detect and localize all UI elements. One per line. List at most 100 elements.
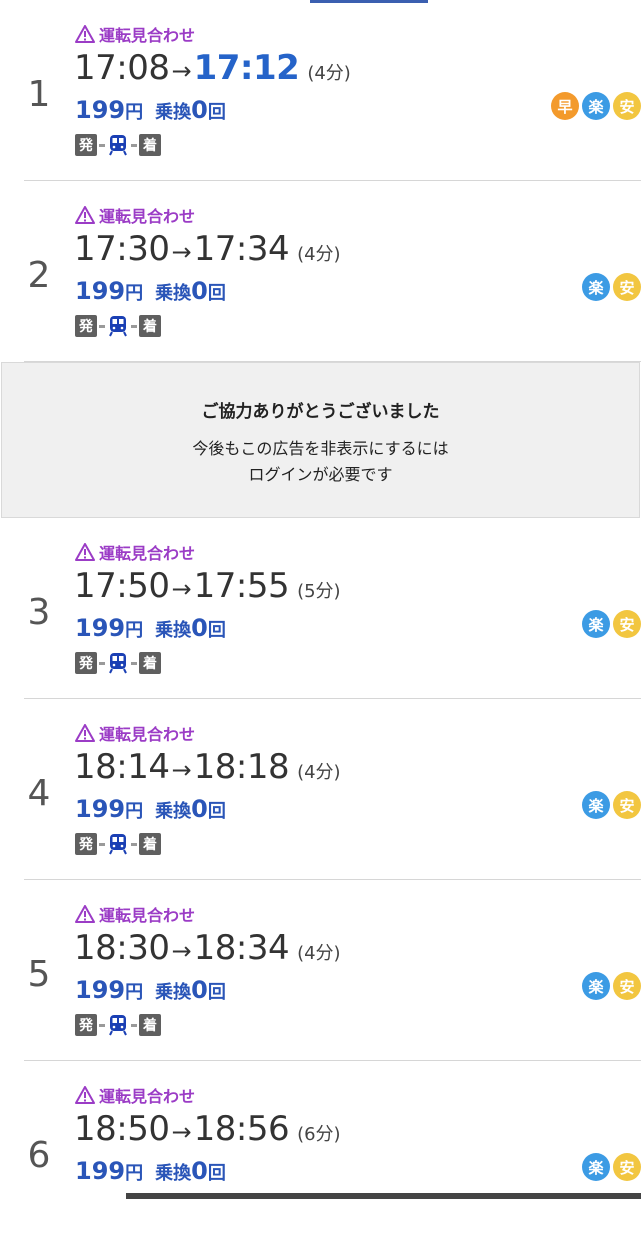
time-range: 17:30 → 17:34 (4分) bbox=[74, 229, 341, 269]
route-number: 5 bbox=[27, 954, 51, 995]
route-number: 3 bbox=[27, 592, 51, 633]
ad-notice-title: ご協力ありがとうございました bbox=[201, 402, 440, 422]
diagram-connector bbox=[99, 143, 105, 147]
departure-time: 18:14 bbox=[74, 747, 170, 787]
warning-text: 運転見合わせ bbox=[99, 725, 196, 744]
badge-easy: 楽 bbox=[582, 791, 610, 819]
route-list: 1 運転見合わせ 17:08 → 17:12 (4分) 199 円 乗換 0 回… bbox=[0, 0, 641, 1241]
transfer-unit: 回 bbox=[207, 283, 226, 304]
route-item[interactable]: 3 運転見合わせ 17:50 → 17:55 (5分) 199 円 乗換 0 回… bbox=[24, 518, 641, 699]
warning-triangle-icon bbox=[75, 1086, 95, 1104]
arrival-marker: 着 bbox=[139, 652, 161, 674]
diagram-connector bbox=[99, 324, 105, 328]
arrival-time: 17:12 bbox=[193, 48, 300, 88]
duration: (5分) bbox=[297, 581, 341, 602]
ad-hidden-notice: ご協力ありがとうございました 今後もこの広告を非表示にするには ログインが必要で… bbox=[1, 362, 640, 518]
badge-easy: 楽 bbox=[582, 1153, 610, 1181]
route-diagram: 発 着 bbox=[75, 833, 161, 855]
train-icon bbox=[107, 315, 129, 337]
transfer-label: 乗換 bbox=[155, 982, 192, 1003]
service-warning: 運転見合わせ bbox=[75, 22, 195, 46]
service-warning: 運転見合わせ bbox=[75, 721, 195, 745]
transfer-unit: 回 bbox=[207, 1163, 226, 1184]
duration: (4分) bbox=[297, 244, 341, 265]
arrow-right-icon: → bbox=[171, 57, 192, 85]
badge-cheap: 安 bbox=[613, 791, 641, 819]
arrival-time: 17:55 bbox=[193, 566, 290, 606]
diagram-connector bbox=[99, 661, 105, 665]
duration: (6分) bbox=[297, 1124, 341, 1145]
service-warning: 運転見合わせ bbox=[75, 1083, 195, 1107]
arrival-marker: 着 bbox=[139, 134, 161, 156]
badge-easy: 楽 bbox=[582, 972, 610, 1000]
time-range: 17:50 → 17:55 (5分) bbox=[74, 566, 341, 606]
departure-marker: 発 bbox=[75, 315, 97, 337]
badge-fast: 早 bbox=[551, 92, 579, 120]
duration: (4分) bbox=[307, 63, 351, 84]
arrival-marker: 着 bbox=[139, 833, 161, 855]
route-badges: 楽 安 bbox=[579, 273, 641, 301]
transfer-label: 乗換 bbox=[155, 283, 192, 304]
route-item[interactable]: 1 運転見合わせ 17:08 → 17:12 (4分) 199 円 乗換 0 回… bbox=[24, 0, 641, 181]
route-badges: 楽 安 bbox=[579, 610, 641, 638]
arrow-right-icon: → bbox=[171, 238, 192, 266]
fare-transfer: 199 円 乗換 0 回 bbox=[75, 795, 226, 823]
time-range: 18:30 → 18:34 (4分) bbox=[74, 928, 341, 968]
badge-cheap: 安 bbox=[613, 273, 641, 301]
warning-text: 運転見合わせ bbox=[99, 1087, 196, 1106]
duration: (4分) bbox=[297, 762, 341, 783]
route-diagram: 発 着 bbox=[75, 134, 161, 156]
transfer-count: 0 bbox=[191, 1157, 208, 1185]
service-warning: 運転見合わせ bbox=[75, 902, 195, 926]
route-item[interactable]: 6 運転見合わせ 18:50 → 18:56 (6分) 199 円 乗換 0 回… bbox=[24, 1061, 641, 1241]
diagram-connector bbox=[99, 842, 105, 846]
route-badges: 楽 安 bbox=[579, 1153, 641, 1181]
transfer-count: 0 bbox=[191, 96, 208, 124]
departure-marker: 発 bbox=[75, 833, 97, 855]
service-warning: 運転見合わせ bbox=[75, 203, 195, 227]
transfer-unit: 回 bbox=[207, 801, 226, 822]
badge-easy: 楽 bbox=[582, 610, 610, 638]
route-number: 1 bbox=[27, 74, 51, 115]
fare-unit: 円 bbox=[125, 801, 144, 822]
route-item[interactable]: 2 運転見合わせ 17:30 → 17:34 (4分) 199 円 乗換 0 回… bbox=[24, 181, 641, 362]
route-number: 6 bbox=[27, 1135, 51, 1176]
route-number: 2 bbox=[27, 255, 51, 296]
transfer-label: 乗換 bbox=[155, 102, 192, 123]
fare-transfer: 199 円 乗換 0 回 bbox=[75, 1157, 226, 1185]
route-badges: 楽 安 bbox=[579, 791, 641, 819]
route-diagram: 発 着 bbox=[75, 1014, 161, 1036]
train-icon bbox=[107, 652, 129, 674]
arrival-time: 17:34 bbox=[193, 229, 290, 269]
transfer-label: 乗換 bbox=[155, 620, 192, 641]
departure-time: 18:50 bbox=[74, 1109, 170, 1149]
warning-triangle-icon bbox=[75, 25, 95, 43]
fare-amount: 199 bbox=[75, 277, 126, 305]
fare-amount: 199 bbox=[75, 976, 126, 1004]
arrival-time: 18:18 bbox=[193, 747, 290, 787]
train-icon bbox=[107, 1014, 129, 1036]
arrow-right-icon: → bbox=[171, 575, 192, 603]
diagram-connector bbox=[131, 324, 137, 328]
fare-transfer: 199 円 乗換 0 回 bbox=[75, 976, 226, 1004]
fare-unit: 円 bbox=[125, 620, 144, 641]
warning-text: 運転見合わせ bbox=[99, 906, 196, 925]
departure-time: 18:30 bbox=[74, 928, 170, 968]
badge-cheap: 安 bbox=[613, 972, 641, 1000]
warning-text: 運転見合わせ bbox=[99, 207, 196, 226]
fare-unit: 円 bbox=[125, 1163, 144, 1184]
ad-notice-line: 今後もこの広告を非表示にするには bbox=[192, 439, 449, 458]
transfer-unit: 回 bbox=[207, 102, 226, 123]
route-item[interactable]: 4 運転見合わせ 18:14 → 18:18 (4分) 199 円 乗換 0 回… bbox=[24, 699, 641, 880]
horizontal-scrollbar[interactable] bbox=[126, 1193, 641, 1199]
route-item[interactable]: 5 運転見合わせ 18:30 → 18:34 (4分) 199 円 乗換 0 回… bbox=[24, 880, 641, 1061]
warning-triangle-icon bbox=[75, 905, 95, 923]
fare-unit: 円 bbox=[125, 102, 144, 123]
departure-time: 17:08 bbox=[74, 48, 170, 88]
transfer-count: 0 bbox=[191, 614, 208, 642]
time-range: 17:08 → 17:12 (4分) bbox=[74, 48, 351, 88]
warning-text: 運転見合わせ bbox=[99, 544, 196, 563]
fare-amount: 199 bbox=[75, 96, 126, 124]
train-icon bbox=[107, 134, 129, 156]
badge-cheap: 安 bbox=[613, 610, 641, 638]
